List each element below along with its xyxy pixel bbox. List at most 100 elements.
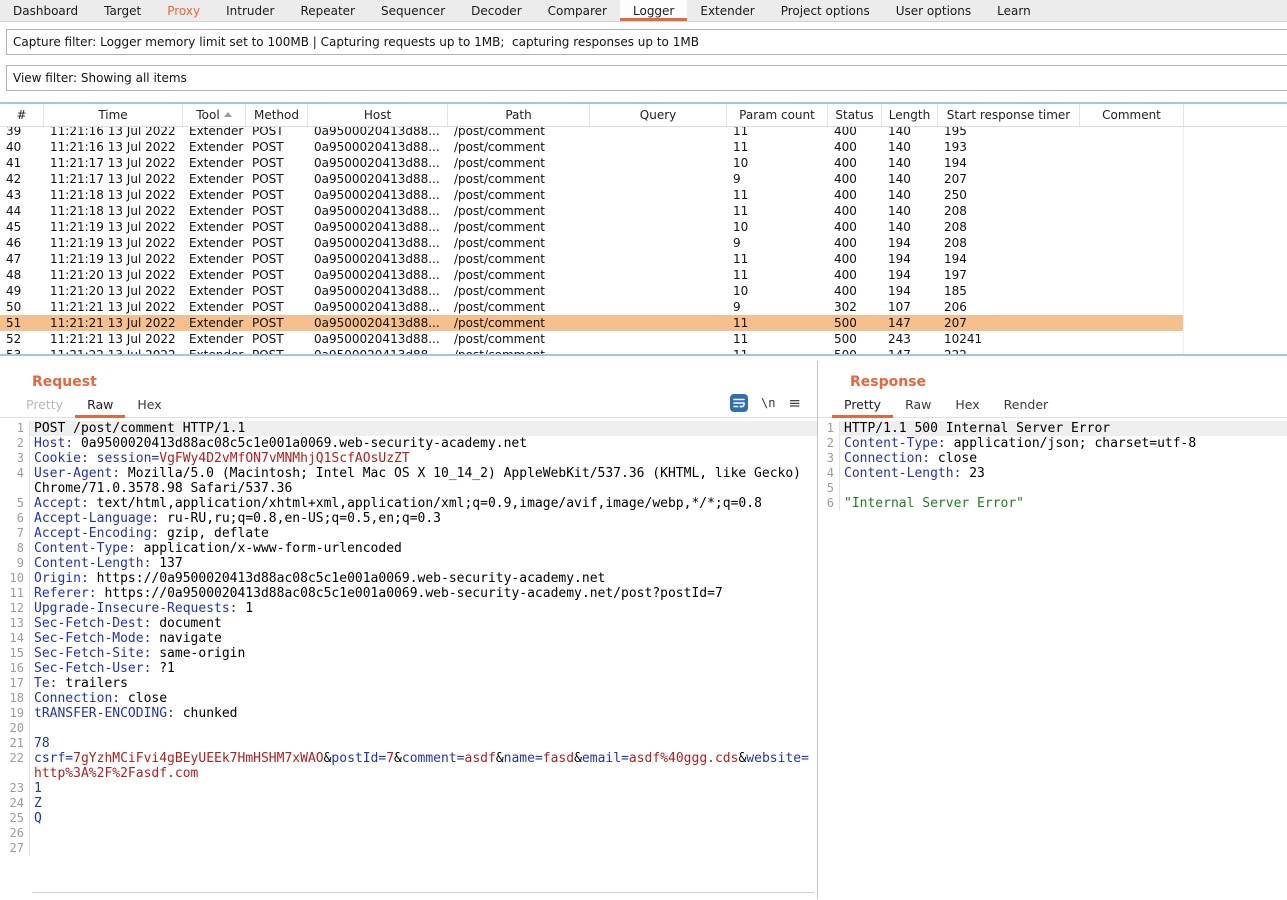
menu-tab-repeater[interactable]: Repeater [287, 0, 368, 21]
response-tab-raw[interactable]: Raw [893, 397, 943, 417]
response-tab-bar: PrettyRawHexRender [818, 391, 1287, 418]
menu-tab-target[interactable]: Target [91, 0, 154, 21]
menu-tab-extender[interactable]: Extender [687, 0, 767, 21]
log-row-42[interactable]: 4211:21:17 13 Jul 2022ExtenderPOST0a9500… [0, 171, 1287, 187]
menu-tab-user-options[interactable]: User options [883, 0, 984, 21]
column-header-comment[interactable]: Comment [1080, 104, 1184, 126]
menu-tab-dashboard[interactable]: Dashboard [0, 0, 91, 21]
log-row-47[interactable]: 4711:21:19 13 Jul 2022ExtenderPOST0a9500… [0, 251, 1287, 267]
cell-path: /post/comment [448, 220, 590, 234]
response-editor[interactable]: 1HTTP/1.1 500 Internal Server Error2Cont… [818, 421, 1287, 881]
cell-length: 147 [882, 316, 938, 330]
cell-id: 50 [0, 300, 44, 314]
request-tab-raw[interactable]: Raw [75, 397, 125, 418]
cell-method: POST [246, 300, 308, 314]
log-row-46[interactable]: 4611:21:19 13 Jul 2022ExtenderPOST0a9500… [0, 235, 1287, 251]
log-row-39[interactable]: 3911:21:16 13 Jul 2022ExtenderPOST0a9500… [0, 127, 1287, 139]
log-row-43[interactable]: 4311:21:18 13 Jul 2022ExtenderPOST0a9500… [0, 187, 1287, 203]
cell-tool: Extender [183, 204, 246, 218]
code-line: 17Te: trailers [0, 676, 817, 691]
log-row-48[interactable]: 4811:21:20 13 Jul 2022ExtenderPOST0a9500… [0, 267, 1287, 283]
log-row-44[interactable]: 4411:21:18 13 Jul 2022ExtenderPOST0a9500… [0, 203, 1287, 219]
column-header-tool[interactable]: Tool [183, 104, 246, 126]
request-tab-hex[interactable]: Hex [125, 397, 173, 417]
column-header-path[interactable]: Path [448, 104, 590, 126]
line-number: 23 [0, 781, 30, 796]
column-header-start-response-timer[interactable]: Start response timer [938, 104, 1080, 126]
non-printing-chars-icon[interactable]: \n [761, 396, 775, 410]
line-number: 15 [0, 646, 30, 661]
cell-timer: 208 [938, 204, 1080, 218]
line-number [0, 481, 30, 496]
request-panel: Request PrettyRawHex \n ≡ 1POST /post/co… [0, 361, 818, 899]
cell-timer: 194 [938, 252, 1080, 266]
menu-tab-project-options[interactable]: Project options [768, 0, 883, 21]
column-header-num[interactable]: # [0, 104, 44, 126]
line-content: Content-Type: application/x-www-form-url… [30, 541, 817, 556]
column-label: Path [505, 108, 531, 122]
menu-tab-sequencer[interactable]: Sequencer [368, 0, 458, 21]
cell-method: POST [246, 127, 308, 138]
cell-params: 11 [727, 140, 828, 154]
code-line: 6"Internal Server Error" [818, 496, 1287, 511]
cell-host: 0a9500020413d88... [308, 316, 448, 330]
capture-filter-bar[interactable]: Capture filter: Logger memory limit set … [6, 29, 1287, 55]
top-tab-bar: DashboardTargetProxyIntruderRepeaterSequ… [0, 0, 1287, 22]
line-content: 1 [30, 781, 817, 796]
menu-tab-comparer[interactable]: Comparer [535, 0, 620, 21]
column-label: Comment [1102, 108, 1161, 122]
menu-tab-intruder[interactable]: Intruder [213, 0, 287, 21]
cell-params: 10 [727, 220, 828, 234]
menu-tab-decoder[interactable]: Decoder [458, 0, 535, 21]
view-filter-bar[interactable]: View filter: Showing all items [6, 65, 1287, 91]
line-content: User-Agent: Mozilla/5.0 (Macintosh; Inte… [30, 466, 817, 481]
column-header-query[interactable]: Query [590, 104, 727, 126]
column-header-method[interactable]: Method [246, 104, 308, 126]
log-row-52[interactable]: 5211:21:21 13 Jul 2022ExtenderPOST0a9500… [0, 331, 1287, 347]
log-row-53[interactable]: 5311:21:22 13 Jul 2022ExtenderPOST0a9500… [0, 347, 1287, 354]
column-header-host[interactable]: Host [308, 104, 448, 126]
cell-path: /post/comment [448, 268, 590, 282]
log-row-41[interactable]: 4111:21:17 13 Jul 2022ExtenderPOST0a9500… [0, 155, 1287, 171]
cell-tool: Extender [183, 252, 246, 266]
cell-path: /post/comment [448, 156, 590, 170]
line-content: Cookie: session=VgFWy4D2vMfON7vMNMhjQ1Sc… [30, 451, 817, 466]
log-row-49[interactable]: 4911:21:20 13 Jul 2022ExtenderPOST0a9500… [0, 283, 1287, 299]
line-content: "Internal Server Error" [840, 496, 1287, 511]
column-header-length[interactable]: Length [882, 104, 938, 126]
cell-params: 11 [727, 268, 828, 282]
response-tab-hex[interactable]: Hex [943, 397, 991, 417]
code-line: 6Accept-Language: ru-RU,ru;q=0.8,en-US;q… [0, 511, 817, 526]
log-row-50[interactable]: 5011:21:21 13 Jul 2022ExtenderPOST0a9500… [0, 299, 1287, 315]
cell-status: 302 [828, 300, 882, 314]
line-content: Z [30, 796, 817, 811]
line-content: csrf=7gYzhMCiFvi4gBEyUEEk7HmHSHM7xWAO&po… [30, 751, 817, 766]
line-number: 21 [0, 736, 30, 751]
response-tab-pretty[interactable]: Pretty [832, 397, 893, 418]
cell-host: 0a9500020413d88... [308, 140, 448, 154]
response-tab-render[interactable]: Render [992, 397, 1061, 417]
menu-tab-logger[interactable]: Logger [620, 0, 687, 21]
cell-host: 0a9500020413d88... [308, 172, 448, 186]
cell-path: /post/comment [448, 348, 590, 354]
cell-length: 194 [882, 268, 938, 282]
log-row-40[interactable]: 4011:21:16 13 Jul 2022ExtenderPOST0a9500… [0, 139, 1287, 155]
cell-id: 43 [0, 188, 44, 202]
code-line: 19tRANSFER-ENCODING: chunked [0, 706, 817, 721]
log-row-45[interactable]: 4511:21:19 13 Jul 2022ExtenderPOST0a9500… [0, 219, 1287, 235]
column-header-param-count[interactable]: Param count [727, 104, 828, 126]
column-header-status[interactable]: Status [828, 104, 882, 126]
log-row-51[interactable]: 5111:21:21 13 Jul 2022ExtenderPOST0a9500… [0, 315, 1184, 331]
column-header-time[interactable]: Time [44, 104, 183, 126]
code-line: 5 [818, 481, 1287, 496]
cell-params: 10 [727, 284, 828, 298]
code-line: 22csrf=7gYzhMCiFvi4gBEyUEEk7HmHSHM7xWAO&… [0, 751, 817, 766]
line-content: Content-Length: 137 [30, 556, 817, 571]
editor-menu-icon[interactable]: ≡ [788, 397, 801, 409]
request-editor[interactable]: 1POST /post/comment HTTP/1.12Host: 0a950… [0, 421, 817, 881]
request-tab-pretty[interactable]: Pretty [14, 397, 75, 417]
menu-tab-learn[interactable]: Learn [984, 0, 1044, 21]
wrap-toggle-icon[interactable] [730, 394, 748, 412]
menu-tab-proxy[interactable]: Proxy [154, 0, 213, 21]
log-table-body[interactable]: 3911:21:16 13 Jul 2022ExtenderPOST0a9500… [0, 127, 1287, 354]
